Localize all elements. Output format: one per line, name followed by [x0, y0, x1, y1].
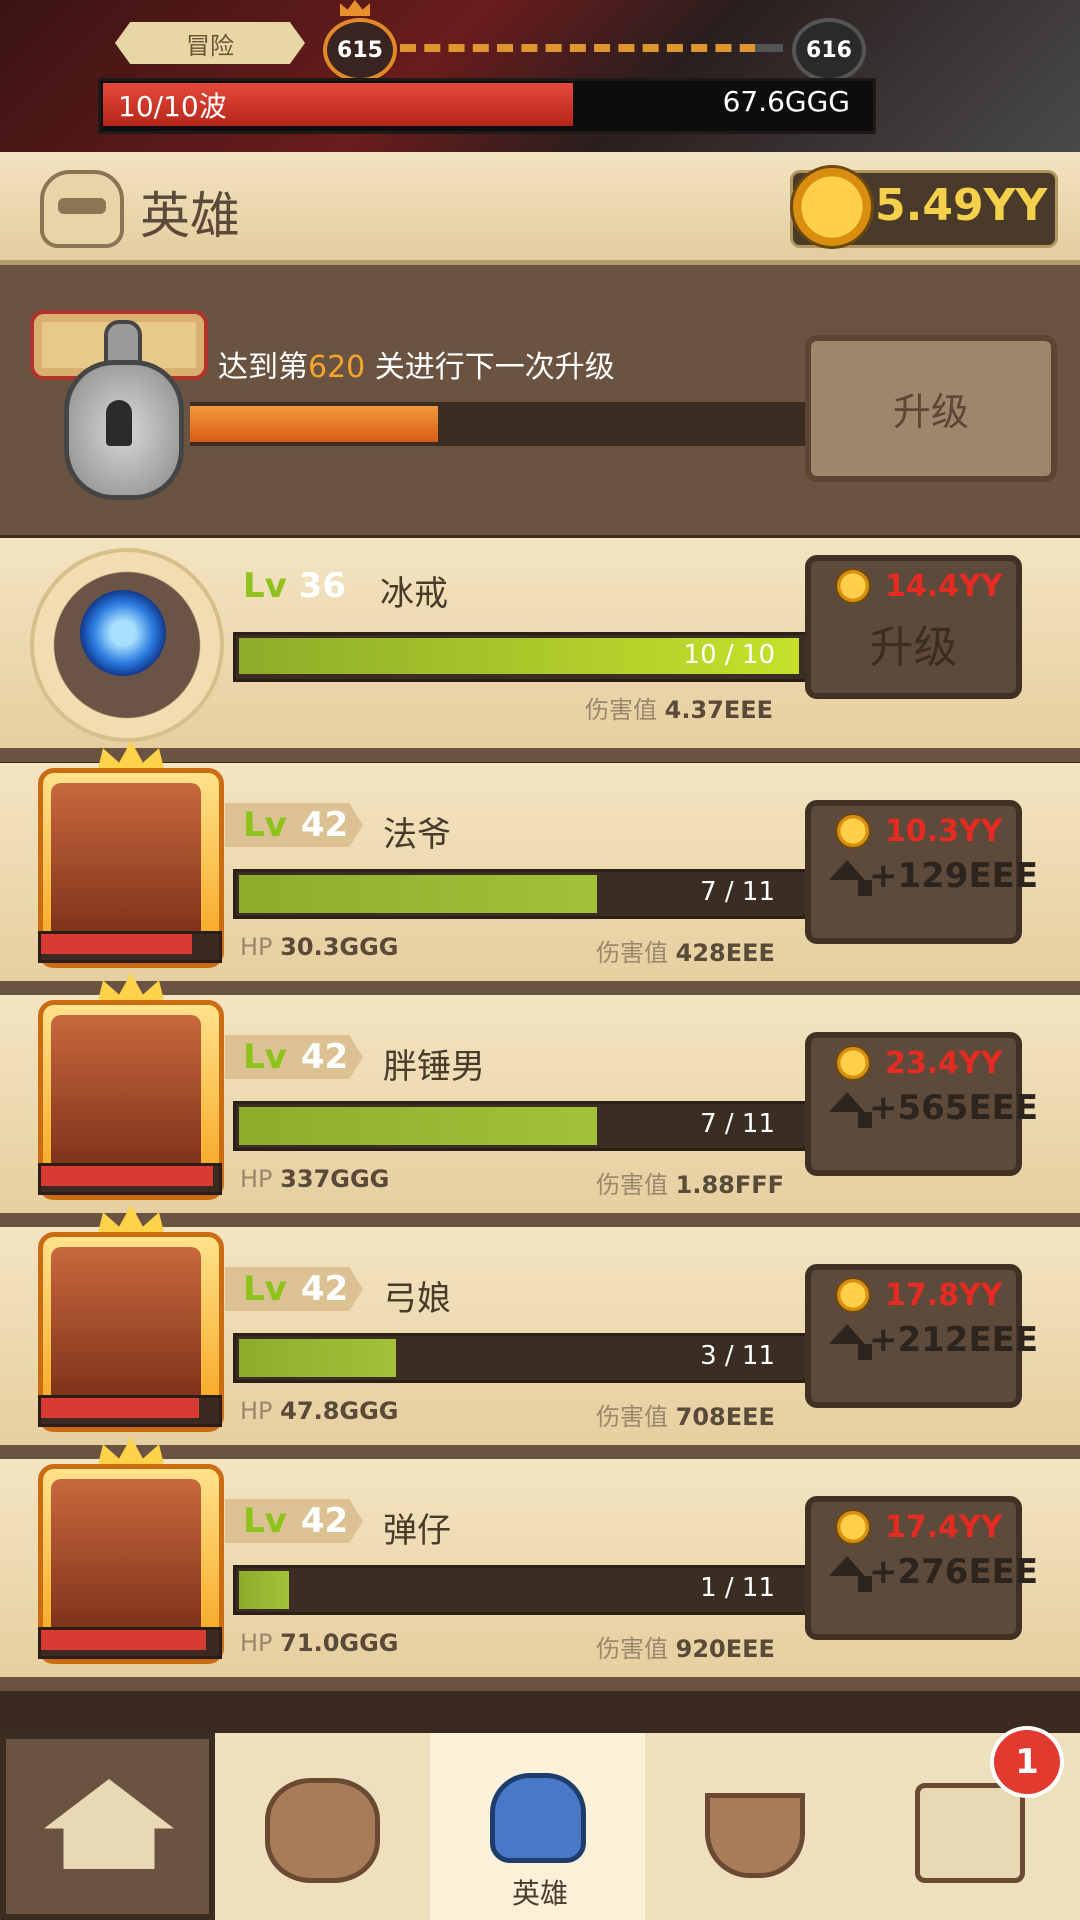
ring-upgrade-button[interactable]: 14.4YY 升级	[805, 555, 1022, 699]
hero-xp-fill	[239, 875, 597, 913]
hero-upgrade-cost: 23.4YY	[885, 1045, 1003, 1081]
coin-icon	[835, 1277, 871, 1313]
hero-name: 弹仔	[383, 1511, 451, 1551]
hero-damage: 伤害值 428EEE	[596, 939, 775, 967]
hero-upgrade-cost: 10.3YY	[885, 813, 1003, 849]
ring-xp-text: 10 / 10	[683, 640, 775, 670]
hero-upgrade-gain: +565EEE	[811, 1088, 1038, 1128]
hero-hp: HP 30.3GGG	[240, 933, 399, 961]
hero-upgrade-button[interactable]: 17.8YY +212EEE	[805, 1264, 1038, 1408]
hero-damage: 伤害值 920EEE	[596, 1635, 775, 1663]
ring-level: Lv 36	[243, 566, 346, 606]
chest-icon	[915, 1783, 1025, 1883]
hero-helmet-icon	[490, 1773, 586, 1863]
hero-avatar	[51, 1015, 201, 1175]
hero-upgrade-gain: +276EEE	[811, 1552, 1038, 1592]
coin-icon	[790, 165, 874, 249]
hero-level-tag: Lv 42	[225, 803, 363, 847]
hero-hp-bar	[38, 1395, 222, 1427]
ring-upgrade-cost: 14.4YY	[885, 568, 1003, 604]
hero-xp-text: 3 / 11	[700, 1341, 775, 1371]
next-stage-badge: 616	[792, 18, 866, 82]
nav-tab-camp[interactable]	[0, 1733, 215, 1920]
wave-count: 10/10波	[118, 90, 227, 123]
hero-name: 胖锤男	[383, 1047, 485, 1087]
hero-avatar	[51, 1479, 201, 1639]
hero-hp-fill	[41, 1398, 199, 1418]
hero-xp-text: 7 / 11	[700, 1109, 775, 1139]
arrow-up-icon	[829, 1324, 872, 1360]
hero-hp: HP 47.8GGG	[240, 1397, 399, 1425]
cauldron-icon	[705, 1793, 805, 1878]
hero-hp-bar	[38, 931, 222, 963]
unlock-requirement-text: 达到第620 关进行下一次升级	[218, 350, 615, 385]
locked-upgrade-button[interactable]: 升级	[805, 335, 1057, 482]
hero-hp: HP 337GGG	[240, 1165, 390, 1193]
hero-upgrade-gain: +129EEE	[811, 856, 1038, 896]
hero-upgrade-gain: +212EEE	[811, 1320, 1038, 1360]
hero-name: 弓娘	[383, 1279, 451, 1319]
hero-hp-fill	[41, 1630, 206, 1650]
currency-value: 5.49YY	[875, 180, 1048, 231]
hero-xp-fill	[239, 1339, 396, 1377]
ice-ring-icon	[80, 590, 166, 676]
arrow-up-icon	[829, 860, 872, 896]
hero-upgrade-cost: 17.4YY	[885, 1509, 1003, 1545]
coin-icon	[835, 1509, 871, 1545]
hero-hp-fill	[41, 934, 192, 954]
rune-icon	[265, 1778, 380, 1883]
helmet-icon	[40, 170, 124, 248]
hero-xp-text: 1 / 11	[700, 1573, 775, 1603]
ring-name: 冰戒	[380, 574, 448, 614]
coin-icon	[835, 813, 871, 849]
hero-upgrade-cost: 17.8YY	[885, 1277, 1003, 1313]
hero-hp-bar	[38, 1163, 222, 1195]
hero-avatar	[51, 783, 201, 943]
hero-level-tag: Lv 42	[225, 1035, 363, 1079]
coin-icon	[835, 1045, 871, 1081]
coin-icon	[835, 568, 871, 604]
hero-damage: 伤害值 1.88FFF	[596, 1171, 785, 1199]
arrow-up-icon	[829, 1092, 872, 1128]
ring-damage: 伤害值 4.37EEE	[585, 696, 774, 724]
hero-hp-fill	[41, 1166, 213, 1186]
hero-level-tag: Lv 42	[225, 1499, 363, 1543]
ring-upgrade-label: 升级	[869, 622, 958, 673]
hero-hp-bar	[38, 1627, 222, 1659]
stage-progress-track-end	[755, 44, 783, 52]
hero-xp-fill	[239, 1107, 597, 1145]
hero-upgrade-button[interactable]: 23.4YY +565EEE	[805, 1032, 1038, 1176]
hero-level-tag: Lv 42	[225, 1267, 363, 1311]
notification-badge: 1	[990, 1726, 1064, 1798]
hero-xp-fill	[239, 1571, 289, 1609]
hero-avatar	[51, 1247, 201, 1407]
arrow-up-icon	[829, 1556, 872, 1592]
hero-name: 法爷	[383, 815, 451, 855]
keyhole-icon	[106, 400, 132, 446]
nav-tab-cauldron[interactable]	[645, 1733, 864, 1920]
mode-label: 冒险	[115, 22, 305, 64]
nav-tab-rune[interactable]	[215, 1733, 434, 1920]
current-stage-badge: 615	[323, 18, 397, 82]
hero-xp-text: 7 / 11	[700, 877, 775, 907]
hero-hp: HP 71.0GGG	[240, 1629, 399, 1657]
enemy-hp: 67.6GGG	[722, 85, 850, 118]
stage-progress-track	[400, 44, 780, 52]
unlock-progress-fill	[190, 406, 438, 442]
hero-upgrade-button[interactable]: 17.4YY +276EEE	[805, 1496, 1038, 1640]
hero-upgrade-button[interactable]: 10.3YY +129EEE	[805, 800, 1038, 944]
nav-tab-hero-label: 英雄	[511, 1877, 568, 1910]
panel-title: 英雄	[140, 187, 240, 245]
camp-icon	[44, 1779, 174, 1869]
hero-damage: 伤害值 708EEE	[596, 1403, 775, 1431]
